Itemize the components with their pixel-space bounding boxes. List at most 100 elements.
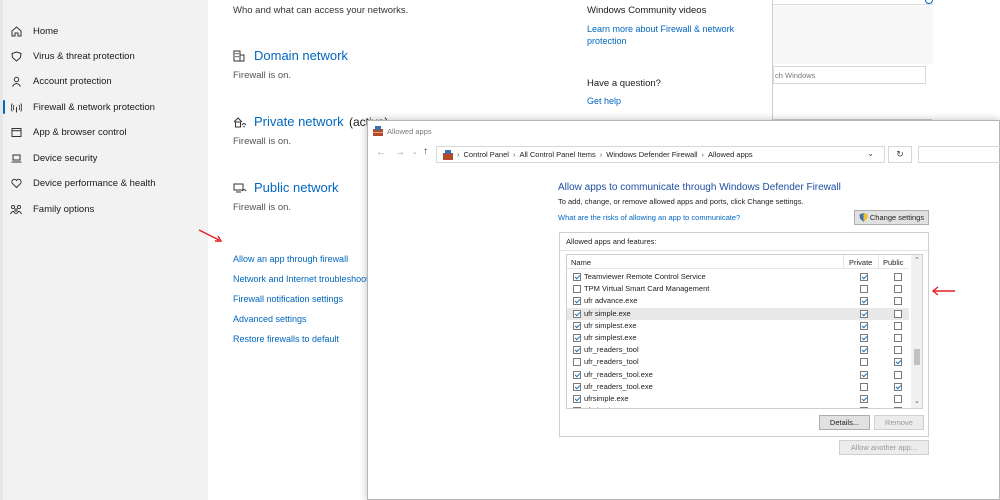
table-row[interactable]: ufrsimple.exe	[567, 405, 909, 408]
row-public-checkbox[interactable]	[894, 346, 902, 355]
row-enabled-checkbox[interactable]	[573, 358, 581, 367]
row-enabled-checkbox[interactable]	[573, 297, 581, 306]
scroll-up-icon[interactable]: ⌃	[914, 256, 920, 264]
row-enabled-checkbox[interactable]	[573, 370, 581, 379]
row-enabled-checkbox[interactable]	[573, 334, 581, 342]
column-name[interactable]: Name	[571, 258, 591, 267]
row-private-checkbox[interactable]	[860, 370, 868, 379]
change-settings-button[interactable]: Change settings	[854, 210, 929, 225]
scroll-down-icon[interactable]: ⌄	[914, 397, 920, 405]
nav-item-virus-threat-protection[interactable]: Virus & threat protection	[0, 44, 208, 68]
table-row[interactable]: ufr_readers_tool.exe	[567, 369, 909, 381]
restore-defaults-link[interactable]: Restore firewalls to default	[233, 334, 339, 344]
row-public-checkbox[interactable]	[894, 395, 902, 403]
breadcrumb-all-items[interactable]: All Control Panel Items	[519, 150, 595, 159]
breadcrumb[interactable]: › Control Panel › All Control Panel Item…	[436, 146, 885, 163]
domain-network-section[interactable]: Domain network Firewall is on.	[233, 48, 563, 88]
apps-list[interactable]: Name Private Public Teamviewer Remote Co…	[566, 254, 923, 409]
row-private-checkbox[interactable]	[860, 309, 868, 318]
row-enabled-checkbox[interactable]	[573, 309, 581, 318]
up-arrow-icon[interactable]: ↑	[423, 146, 428, 157]
scroll-thumb[interactable]	[914, 349, 920, 365]
table-row[interactable]: ufr simplest.exe	[567, 320, 909, 332]
recent-dropdown-icon[interactable]: ⌄	[412, 148, 418, 156]
row-private-checkbox[interactable]	[860, 358, 868, 367]
troubleshooter-link[interactable]: Network and Internet troubleshooter	[233, 274, 377, 284]
row-public-checkbox[interactable]	[894, 309, 902, 318]
row-private-checkbox[interactable]	[860, 346, 868, 355]
private-network-title[interactable]: Private network	[254, 114, 344, 129]
row-enabled-checkbox[interactable]	[573, 395, 581, 403]
get-help-link[interactable]: Get help	[587, 96, 621, 106]
row-public-checkbox[interactable]	[894, 370, 902, 379]
nav-item-device-performance-health[interactable]: Device performance & health	[0, 171, 208, 195]
nav-item-home[interactable]: Home	[0, 19, 208, 43]
advanced-settings-link[interactable]: Advanced settings	[233, 314, 307, 324]
nav-item-account-protection[interactable]: Account protection	[0, 69, 208, 93]
row-private-checkbox[interactable]	[860, 407, 868, 408]
risks-link[interactable]: What are the risks of allowing an app to…	[558, 213, 740, 222]
row-public-checkbox[interactable]	[894, 382, 902, 391]
column-private[interactable]: Private	[849, 258, 872, 267]
table-row[interactable]: ufr advance.exe	[567, 295, 909, 307]
row-private-checkbox[interactable]	[860, 285, 868, 294]
column-public[interactable]: Public	[883, 258, 903, 267]
address-search-box[interactable]	[918, 146, 1000, 163]
back-arrow-icon[interactable]: ←	[376, 147, 386, 158]
nav-item-family-options[interactable]: Family options	[0, 197, 208, 221]
address-dropdown-icon[interactable]: ⌄	[867, 149, 874, 158]
remove-button[interactable]: Remove	[874, 415, 924, 430]
table-row[interactable]: ufr_readers_tool.exe	[567, 381, 909, 393]
breadcrumb-firewall[interactable]: Windows Defender Firewall	[606, 150, 697, 159]
list-scrollbar[interactable]: ⌃ ⌄	[911, 255, 922, 408]
row-public-checkbox[interactable]	[894, 285, 902, 294]
row-enabled-checkbox[interactable]	[573, 285, 581, 294]
remove-label: Remove	[885, 418, 913, 427]
public-network-title[interactable]: Public network	[254, 180, 339, 195]
table-row[interactable]: ufr simple.exe	[567, 307, 909, 320]
breadcrumb-allowed-apps[interactable]: Allowed apps	[708, 150, 753, 159]
allow-another-app-button[interactable]: Allow another app...	[839, 440, 929, 455]
table-row[interactable]: ufr_readers_tool	[567, 356, 909, 368]
row-private-checkbox[interactable]	[860, 334, 868, 342]
domain-network-title[interactable]: Domain network	[254, 48, 348, 63]
row-app-name: ufr simple.exe	[584, 308, 631, 318]
row-enabled-checkbox[interactable]	[573, 407, 581, 408]
row-private-checkbox[interactable]	[860, 321, 868, 330]
row-public-checkbox[interactable]	[894, 273, 902, 281]
search-box[interactable]: ch Windows	[773, 66, 926, 84]
notification-settings-link[interactable]: Firewall notification settings	[233, 294, 343, 304]
breadcrumb-separator-icon: ›	[599, 150, 603, 159]
row-enabled-checkbox[interactable]	[573, 346, 581, 355]
row-app-name: TPM Virtual Smart Card Management	[584, 284, 710, 294]
nav-item-app-browser-control[interactable]: App & browser control	[0, 120, 208, 144]
row-public-checkbox[interactable]	[894, 358, 902, 367]
learn-more-link[interactable]: Learn more about Firewall & network	[587, 24, 734, 34]
learn-more-link-line2[interactable]: protection	[587, 36, 627, 46]
row-private-checkbox[interactable]	[860, 273, 868, 281]
breadcrumb-control-panel[interactable]: Control Panel	[464, 150, 509, 159]
row-public-checkbox[interactable]	[894, 334, 902, 342]
details-button[interactable]: Details...	[819, 415, 870, 430]
nav-item-device-security[interactable]: Device security	[0, 146, 208, 170]
forward-arrow-icon[interactable]: →	[395, 147, 405, 158]
row-enabled-checkbox[interactable]	[573, 321, 581, 330]
table-row[interactable]: ufr_readers_tool	[567, 344, 909, 356]
row-enabled-checkbox[interactable]	[573, 382, 581, 391]
row-private-checkbox[interactable]	[860, 382, 868, 391]
row-public-checkbox[interactable]	[894, 297, 902, 306]
allow-app-link[interactable]: Allow an app through firewall	[233, 254, 348, 264]
table-row[interactable]: ufr simplest.exe	[567, 332, 909, 344]
row-public-checkbox[interactable]	[894, 321, 902, 330]
table-row[interactable]: ufrsimple.exe	[567, 393, 909, 405]
row-public-checkbox[interactable]	[894, 407, 902, 408]
allowed-apps-window: Allowed apps ← → ⌄ ↑ › Control Panel › A…	[367, 120, 1000, 500]
row-app-name: ufr advance.exe	[584, 296, 638, 306]
row-private-checkbox[interactable]	[860, 297, 868, 306]
table-row[interactable]: TPM Virtual Smart Card Management	[567, 283, 909, 295]
refresh-button[interactable]: ↻	[888, 146, 912, 163]
table-row[interactable]: Teamviewer Remote Control Service	[567, 271, 909, 283]
row-private-checkbox[interactable]	[860, 395, 868, 403]
row-enabled-checkbox[interactable]	[573, 273, 581, 281]
nav-item-firewall-network-protection[interactable]: Firewall & network protection	[0, 95, 208, 119]
